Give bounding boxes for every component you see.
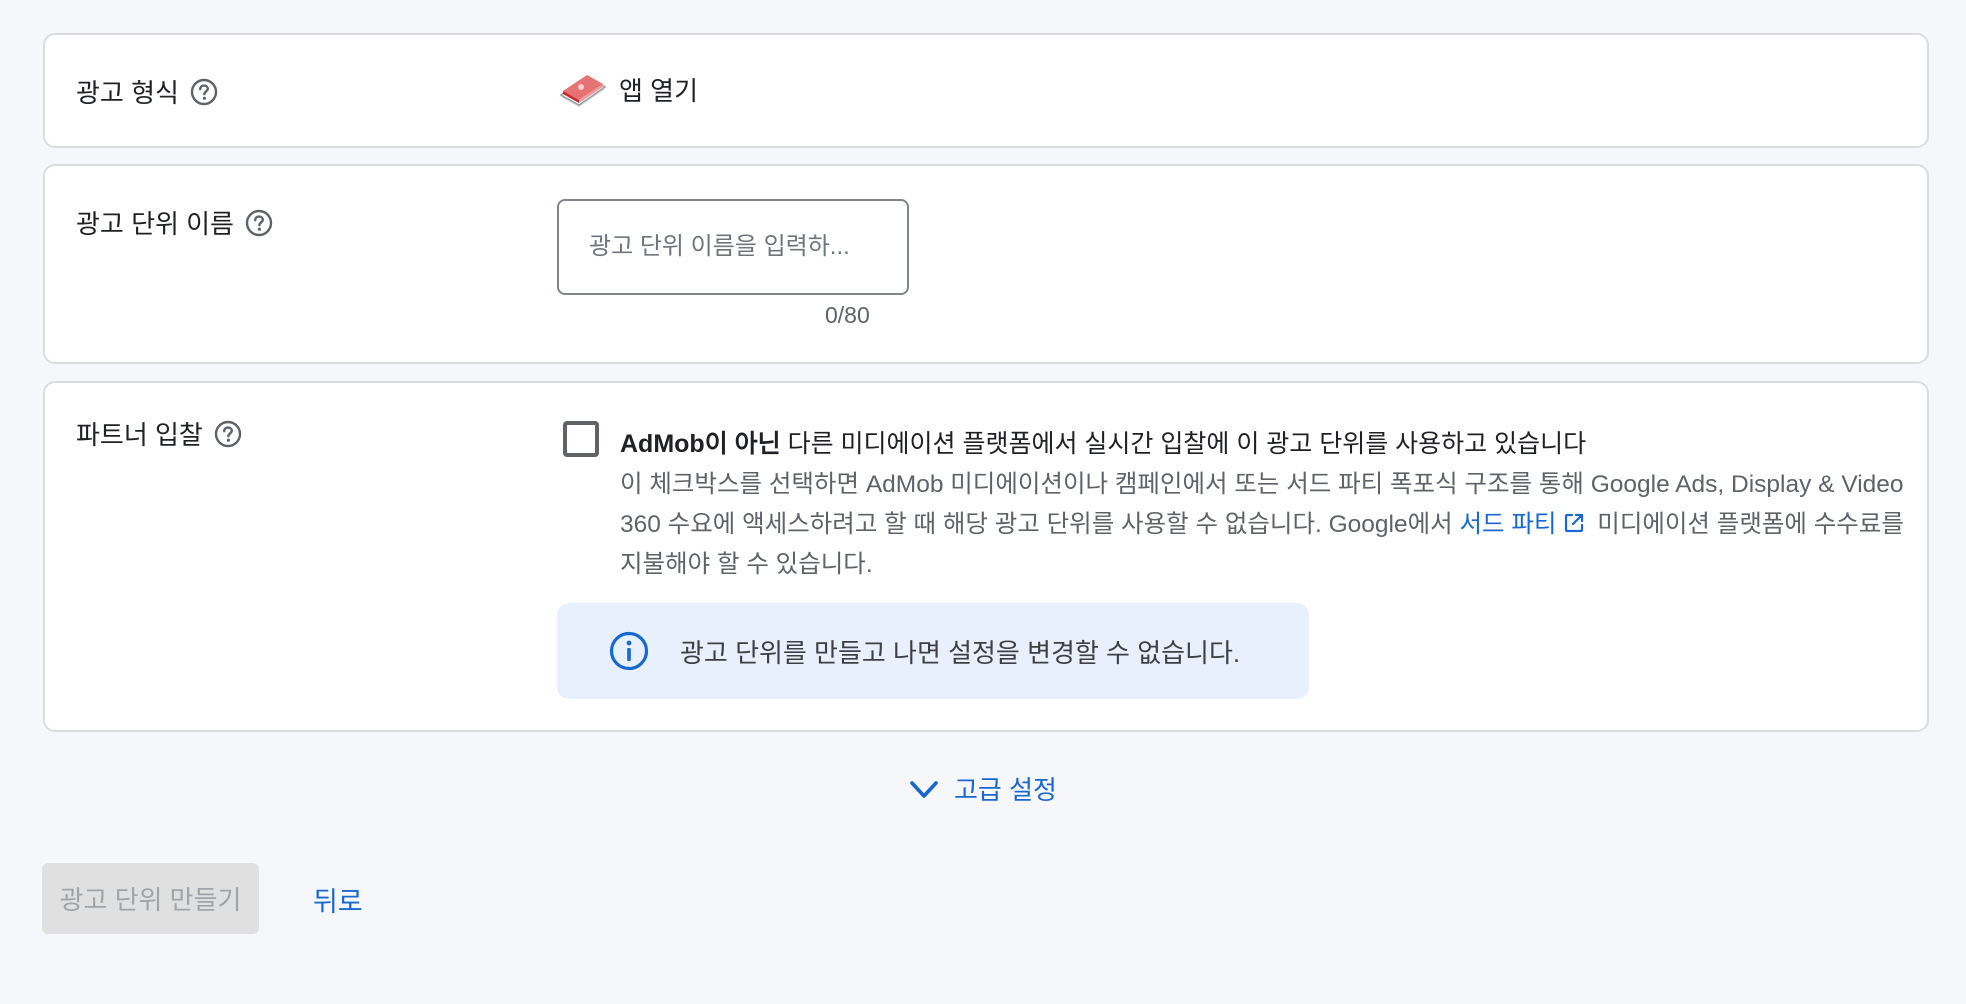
create-ad-unit-button[interactable]: 광고 단위 만들기 [42, 863, 259, 934]
ad-unit-name-card: 광고 단위 이름 0/80 [43, 164, 1929, 364]
app-open-icon [557, 67, 609, 111]
checkbox-label-bold: AdMob이 아닌 [620, 430, 781, 458]
external-link-icon [1562, 508, 1586, 533]
ad-unit-settings-page: 광고 형식 앱 열기 광고 단위 이름 광고 단위 이름을 입력하... 0/8… [0, 0, 1966, 1004]
ad-format-label: 광고 형식 [76, 78, 179, 108]
checkbox-label-rest: 다른 미디에이션 플랫폼에서 실시간 입찰에 이 광고 단위를 사용하고 있습니… [780, 430, 1587, 458]
partner-bidding-checkbox[interactable] [563, 421, 599, 457]
advanced-settings-label: 고급 설정 [954, 775, 1057, 805]
character-counter: 0/80 [825, 302, 870, 328]
ad-format-text: 앱 열기 [619, 75, 698, 106]
partner-bidding-description: 이 체크박스를 선택하면 AdMob 미디에이션이나 캠페인에서 또는 서드 파… [620, 465, 1910, 585]
info-notice: 광고 단위를 만들고 나면 설정을 변경할 수 없습니다. [557, 603, 1309, 699]
advanced-settings-toggle[interactable]: 고급 설정 [906, 770, 1057, 807]
partner-bidding-label-group: 파트너 입찰 [76, 415, 243, 452]
partner-bidding-checkbox-label[interactable]: AdMob이 아닌 다른 미디에이션 플랫폼에서 실시간 입찰에 이 광고 단위… [620, 424, 1586, 460]
help-icon[interactable] [189, 77, 219, 107]
ad-format-card: 광고 형식 앱 열기 [43, 33, 1929, 148]
help-icon[interactable] [213, 419, 243, 449]
ad-unit-name-label: 광고 단위 이름 [76, 209, 234, 239]
ad-format-value: 앱 열기 [557, 67, 698, 111]
info-icon [608, 630, 650, 672]
help-icon[interactable] [244, 208, 274, 238]
ad-unit-name-label-group: 광고 단위 이름 [76, 204, 274, 241]
ad-format-label-group: 광고 형식 [76, 73, 219, 110]
back-button[interactable]: 뒤로 [313, 880, 363, 919]
ad-unit-name-input[interactable] [557, 199, 909, 295]
info-notice-text: 광고 단위를 만들고 나면 설정을 변경할 수 없습니다. [680, 637, 1241, 668]
chevron-down-icon [906, 771, 942, 807]
partner-bidding-card: 파트너 입찰 AdMob이 아닌 다른 미디에이션 플랫폼에서 실시간 입찰에 … [43, 381, 1929, 732]
partner-bidding-label: 파트너 입찰 [76, 420, 203, 450]
third-party-link[interactable]: 서드 파티 [1460, 511, 1591, 538]
third-party-link-label: 서드 파티 [1459, 511, 1557, 538]
